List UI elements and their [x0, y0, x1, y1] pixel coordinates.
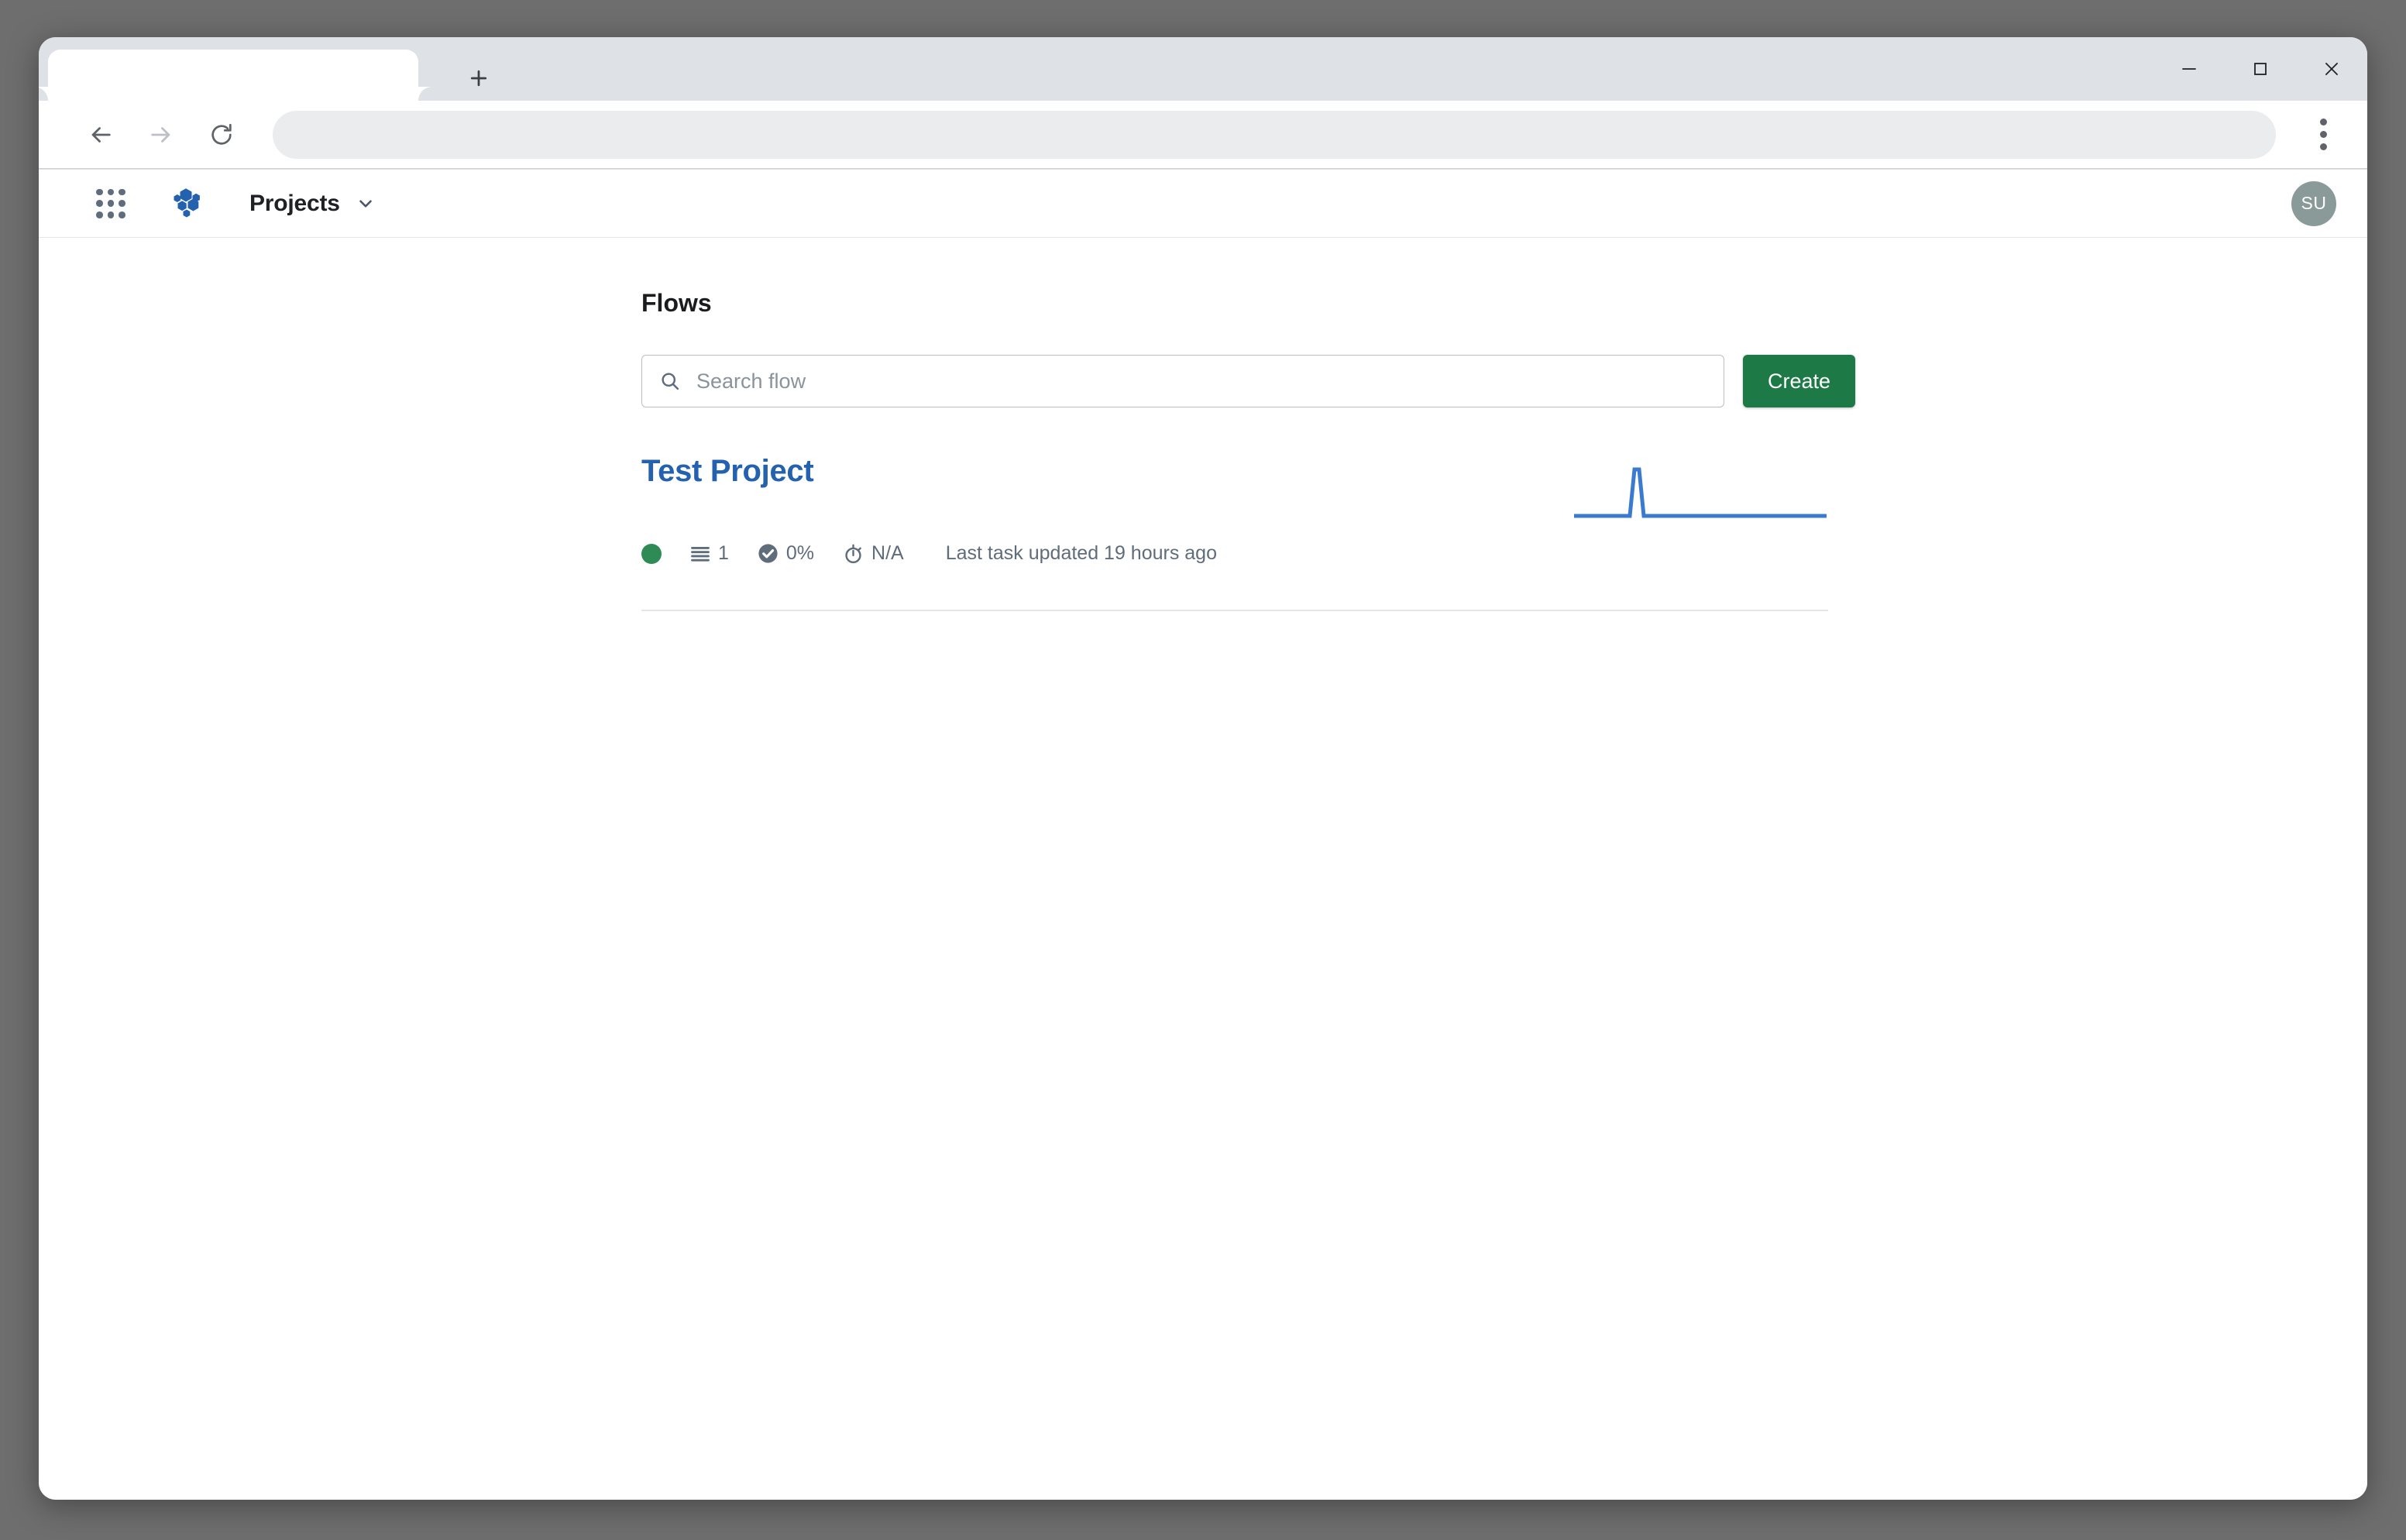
- flows-heading: Flows: [641, 289, 712, 317]
- tasks-count-value: 1: [718, 542, 729, 564]
- status-badge: [641, 543, 662, 564]
- tasks-count-group: 1: [689, 542, 729, 565]
- address-bar[interactable]: [273, 110, 2276, 159]
- chevron-down-icon[interactable]: [356, 194, 376, 214]
- tab-corner-right: [418, 87, 446, 115]
- search-icon: [659, 370, 681, 392]
- create-button[interactable]: Create: [1743, 355, 1856, 407]
- forward-icon[interactable]: [136, 110, 186, 160]
- main-content: Flows Create Test Project: [39, 238, 2367, 611]
- list-item: Test Project 1 0% N/A Last task updated …: [641, 455, 1828, 611]
- browser-menu-icon[interactable]: [2296, 108, 2350, 162]
- close-button[interactable]: [2296, 37, 2367, 101]
- list-divider: [641, 610, 1828, 611]
- search-input[interactable]: [695, 368, 1707, 394]
- apps-grid-icon[interactable]: [93, 186, 129, 222]
- list-lines-icon: [689, 543, 711, 565]
- tab-corner-left: [39, 87, 48, 115]
- back-icon[interactable]: [76, 110, 125, 160]
- page-title: Projects: [249, 190, 340, 216]
- duration-group: N/A: [842, 542, 904, 565]
- window-controls: [2153, 37, 2367, 101]
- tab-strip: [39, 37, 2367, 115]
- last-updated-text: Last task updated 19 hours ago: [945, 542, 1217, 564]
- search-flow-box[interactable]: [641, 355, 1724, 407]
- browser-toolbar: [39, 101, 2367, 169]
- avatar[interactable]: SU: [2291, 180, 2336, 226]
- flow-header-row: Test Project: [641, 455, 1828, 530]
- search-row: Create: [641, 355, 2367, 407]
- flow-sparkline-chart: [1572, 460, 1828, 526]
- app-header: Projects SU: [39, 170, 2367, 238]
- minimize-button[interactable]: [2153, 37, 2225, 101]
- maximize-button[interactable]: [2225, 37, 2296, 101]
- hexagon-cluster-logo-icon[interactable]: [166, 184, 206, 224]
- reload-icon[interactable]: [197, 110, 246, 160]
- flow-list: Test Project 1 0% N/A Last task updated …: [641, 455, 1828, 611]
- check-circle-icon: [757, 542, 779, 565]
- progress-value: 0%: [785, 542, 815, 564]
- browser-tab[interactable]: [39, 50, 446, 115]
- duration-value: N/A: [871, 542, 904, 564]
- stopwatch-icon: [842, 542, 864, 565]
- new-tab-button[interactable]: [461, 60, 497, 96]
- flow-meta-row: 1 0% N/A Last task updated 19 hours ago: [641, 542, 1828, 565]
- page-viewport: Projects SU Flows Search flow Create Tes…: [39, 170, 2367, 1500]
- progress-group: 0%: [757, 542, 814, 565]
- browser-window: Projects SU Flows Search flow Create Tes…: [39, 37, 2367, 1500]
- flow-name-link[interactable]: Test Project: [641, 455, 814, 486]
